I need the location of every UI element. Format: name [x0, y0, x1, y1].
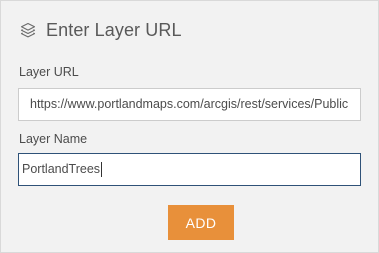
- layer-name-value: PortlandTrees: [22, 162, 101, 176]
- layers-icon: [19, 21, 37, 39]
- text-cursor: [101, 162, 103, 178]
- layer-url-input[interactable]: https://www.portlandmaps.com/arcgis/rest…: [18, 88, 361, 121]
- layer-name-input[interactable]: PortlandTrees: [18, 153, 361, 186]
- panel-header: Enter Layer URL: [19, 18, 182, 42]
- layer-url-label: Layer URL: [19, 65, 79, 79]
- add-button[interactable]: ADD: [168, 205, 234, 240]
- layers-icon-graphic: [20, 22, 36, 38]
- dialog-title: Enter Layer URL: [46, 19, 182, 40]
- layer-url-value: https://www.portlandmaps.com/arcgis/rest…: [30, 97, 349, 111]
- layer-name-label: Layer Name: [19, 132, 88, 146]
- enter-layer-url-panel: Enter Layer URL Layer URL https://www.po…: [0, 0, 379, 253]
